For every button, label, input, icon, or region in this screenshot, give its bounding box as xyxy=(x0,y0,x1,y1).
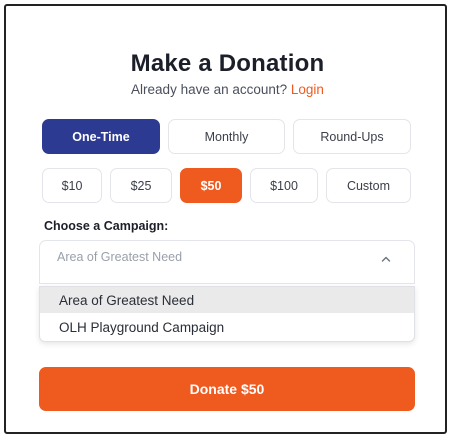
amount-10-button[interactable]: $10 xyxy=(42,168,102,203)
campaign-option-greatest-need[interactable]: Area of Greatest Need xyxy=(40,287,414,313)
campaign-label: Choose a Campaign: xyxy=(44,219,169,233)
page-title: Make a Donation xyxy=(130,50,325,77)
campaign-select[interactable]: Area of Greatest Need xyxy=(39,240,415,284)
amount-custom-button[interactable]: Custom xyxy=(326,168,411,203)
frequency-one-time-button[interactable]: One-Time xyxy=(42,119,160,154)
login-link[interactable]: Login xyxy=(291,82,324,97)
account-prompt-text: Already have an account? xyxy=(131,82,291,97)
amount-50-button[interactable]: $50 xyxy=(180,168,242,203)
amount-100-button[interactable]: $100 xyxy=(250,168,318,203)
frequency-round-ups-button[interactable]: Round-Ups xyxy=(293,119,411,154)
amount-25-button[interactable]: $25 xyxy=(110,168,172,203)
campaign-option-playground[interactable]: OLH Playground Campaign xyxy=(40,314,414,340)
campaign-select-value: Area of Greatest Need xyxy=(57,250,183,264)
frequency-monthly-button[interactable]: Monthly xyxy=(168,119,285,154)
chevron-up-icon[interactable] xyxy=(380,253,392,265)
account-prompt: Already have an account? Login xyxy=(0,82,455,97)
donate-button[interactable]: Donate $50 xyxy=(39,367,415,411)
campaign-dropdown-list: Area of Greatest Need OLH Playground Cam… xyxy=(39,286,415,342)
